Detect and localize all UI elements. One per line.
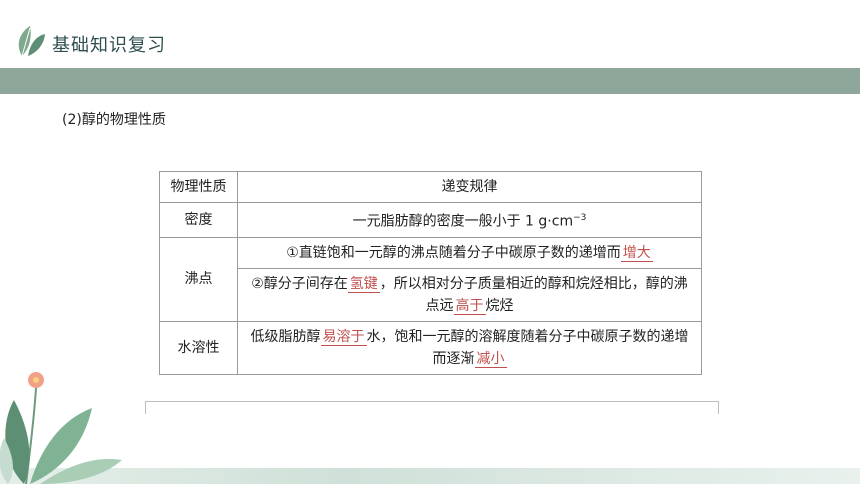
properties-table: 物理性质 递变规律 密度 一元脂肪醇的密度一般小于 1 g·cm−3 沸点 ①直… [159,171,702,375]
fill-blank-soluble: 易溶于 [320,328,367,346]
boiling-rule-2: ②醇分子间存在 氢键 ，所以相对分子质量相近的醇和烷烃相比，醇的沸点远 高于 烷烃 [237,267,702,322]
fill-blank-decrease: 减小 [474,350,507,368]
density-label: 密度 [159,202,238,238]
boiling-rule-2-text-a: ②醇分子间存在 [251,275,348,292]
table-row-boiling-2: ②醇分子间存在 氢键 ，所以相对分子质量相近的醇和烷烃相比，醇的沸点远 高于 烷烃 [160,267,702,322]
density-text: 一元脂肪醇的密度一般小于 1 g·cm−3 [237,202,702,238]
density-sentence: 一元脂肪醇的密度一般小于 1 g·cm [352,213,574,230]
plant-decoration-icon [0,372,122,484]
solubility-text-b: 水，饱和一元醇的溶解度随着分子中碳原子数的递增而逐渐 [366,328,689,367]
section-subtitle: (2)醇的物理性质 [62,112,166,128]
table-row-solubility: 水溶性 低级脂肪醇 易溶于 水，饱和一元醇的溶解度随着分子中碳原子数的递增而逐渐 减小 [159,320,702,375]
header-title: 基础知识复习 [52,35,166,56]
table-frame-decoration [145,401,719,414]
solubility-label: 水溶性 [159,320,238,375]
density-unit-exponent: −3 [573,213,587,223]
boiling-label: 沸点 [159,236,238,322]
fill-blank-increase: 增大 [620,244,653,262]
boiling-rule-2-text-b: ，所以相对分子质量相近的醇和烷烃相比，醇的沸点远 [379,275,688,314]
header-rule: 递变规律 [237,171,702,203]
solubility-text-a: 低级脂肪醇 [250,328,321,345]
leaf-logo-icon [18,26,45,57]
fill-blank-higher: 高于 [453,297,486,315]
boiling-rule-1: ①直链饱和一元醇的沸点随着分子中碳原子数的递增而 增大 [237,236,702,269]
header-band [0,68,860,94]
boiling-rule-2-text-c: 烷烃 [485,297,514,314]
table-row-density: 密度 一元脂肪醇的密度一般小于 1 g·cm−3 [159,202,702,238]
table-row-boiling-1: 沸点 ①直链饱和一元醇的沸点随着分子中碳原子数的递增而 增大 [159,236,702,322]
table-header-row: 物理性质 递变规律 [159,171,702,203]
boiling-rule-1-text: ①直链饱和一元醇的沸点随着分子中碳原子数的递增而 [286,244,621,261]
solubility-rule: 低级脂肪醇 易溶于 水，饱和一元醇的溶解度随着分子中碳原子数的递增而逐渐 减小 [237,320,702,375]
fill-blank-hydrogen-bond: 氢键 [347,275,380,293]
header-property: 物理性质 [159,171,238,203]
